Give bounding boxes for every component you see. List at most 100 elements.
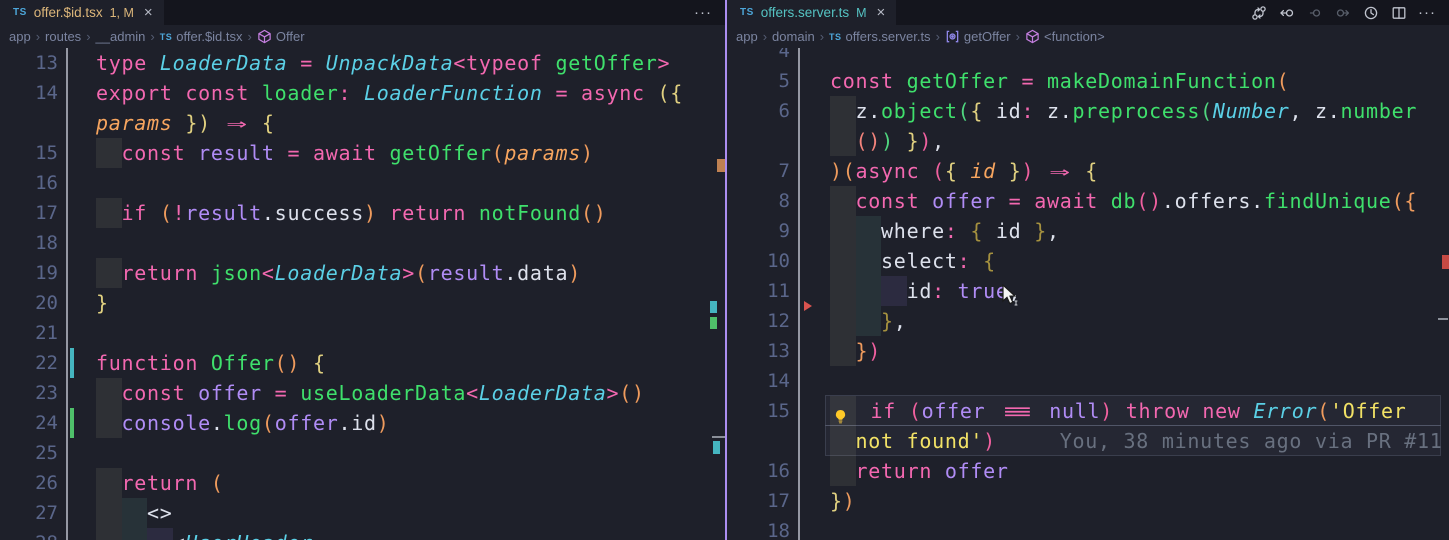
code-row[interactable]: 7)(async ({ id }) ⇒ { xyxy=(727,156,1449,186)
next-change-icon[interactable] xyxy=(1334,4,1352,22)
code-row[interactable]: 15 if (offer ≡ null) throw new Error('Of… xyxy=(727,396,1449,426)
code-row[interactable]: 15 const result = await getOffer(params) xyxy=(0,138,725,168)
code-line: if (!result.success) return notFound() xyxy=(96,198,725,228)
code-row[interactable]: 16 return offer xyxy=(727,456,1449,486)
more-actions-icon[interactable]: ··· xyxy=(694,4,712,22)
code-row[interactable]: 20} xyxy=(0,288,725,318)
line-number: 22 xyxy=(0,348,58,378)
code-line: type LoaderData = UnpackData<typeof getO… xyxy=(96,48,725,78)
breadcrumb-label: routes xyxy=(45,29,81,44)
code-row[interactable]: 19 return json<LoaderData>(result.data) xyxy=(0,258,725,288)
timeline-icon[interactable] xyxy=(1362,4,1380,22)
code-row[interactable]: 10 select: { xyxy=(727,246,1449,276)
line-number: 7 xyxy=(727,156,790,186)
code-row[interactable]: 18 xyxy=(727,516,1449,540)
tab-decoration: M xyxy=(856,6,866,20)
breadcrumb-label: offer.$id.tsx xyxy=(176,29,242,44)
gutter-divider-line xyxy=(798,48,800,540)
previous-change-icon[interactable] xyxy=(1306,4,1324,22)
breadcrumb-item[interactable]: Offer xyxy=(257,29,305,44)
code-row[interactable]: 17}) xyxy=(727,486,1449,516)
code-line: }) xyxy=(830,336,1449,366)
code-row[interactable]: params }) ⇒ { xyxy=(0,108,725,138)
breadcrumb-item[interactable]: TSoffer.$id.tsx xyxy=(160,29,243,44)
code-row[interactable]: 16 xyxy=(0,168,725,198)
overview-deleted-mark xyxy=(1442,255,1449,269)
breadcrumb-separator: › xyxy=(150,29,154,44)
code-row[interactable]: 25 xyxy=(0,438,725,468)
breadcrumb-item[interactable]: app xyxy=(736,29,758,44)
code-row[interactable]: 27 <> xyxy=(0,498,725,528)
breadcrumb-separator: › xyxy=(820,29,824,44)
typescript-file-icon: TS xyxy=(740,7,754,18)
code-line: return ( xyxy=(96,468,725,498)
line-number: 15 xyxy=(727,396,790,426)
breadcrumb-item[interactable]: <function> xyxy=(1025,29,1105,44)
code-row[interactable]: 17 if (!result.success) return notFound(… xyxy=(0,198,725,228)
code-row[interactable]: 8 const offer = await db().offers.findUn… xyxy=(727,186,1449,216)
code-area-right[interactable]: 45const getOffer = makeDomainFunction(6 … xyxy=(727,48,1449,540)
tab-label: offer.$id.tsx xyxy=(34,5,103,20)
open-changes-previous-icon[interactable] xyxy=(1278,4,1296,22)
line-number: 24 xyxy=(0,408,58,438)
line-number: 11 xyxy=(727,276,790,306)
close-icon[interactable]: × xyxy=(144,4,153,21)
code-row[interactable]: 21 xyxy=(0,318,725,348)
breadcrumb-label: Offer xyxy=(276,29,305,44)
code-area-left[interactable]: 13 type LoaderData = UnpackData<typeof ge… xyxy=(0,48,725,540)
code-row[interactable]: 22function Offer() { xyxy=(0,348,725,378)
code-row[interactable]: not found') You, 38 minutes ago via PR #… xyxy=(727,426,1449,456)
code-row[interactable]: 24 console.log(offer.id) xyxy=(0,408,725,438)
code-row[interactable]: 11 id: true, xyxy=(727,276,1449,306)
breadcrumb-label: <function> xyxy=(1044,29,1105,44)
tab-offers-server-ts[interactable]: TS offers.server.ts M × xyxy=(727,0,896,25)
code-row[interactable]: 9 where: { id }, xyxy=(727,216,1449,246)
breadcrumb-item[interactable]: getOffer xyxy=(945,29,1011,44)
code-line: } xyxy=(96,288,725,318)
code-row[interactable]: 5const getOffer = makeDomainFunction( xyxy=(727,66,1449,96)
code-row[interactable]: 26 return ( xyxy=(0,468,725,498)
git-added-indicator xyxy=(70,408,74,438)
code-line: z.object({ id: z.preprocess(Number, z.nu… xyxy=(830,96,1449,126)
code-row[interactable]: 18 xyxy=(0,228,725,258)
code-row[interactable]: 13 }) xyxy=(727,336,1449,366)
breadcrumb-label: domain xyxy=(772,29,815,44)
code-row[interactable]: ()) }), xyxy=(727,126,1449,156)
editor-group-left: TS offer.$id.tsx 1, M × ··· app›routes›_… xyxy=(0,0,725,540)
tab-offer-id-tsx[interactable]: TS offer.$id.tsx 1, M × xyxy=(0,0,164,25)
code-row[interactable]: 14export const loader: LoaderFunction = … xyxy=(0,78,725,108)
line-number: 26 xyxy=(0,468,58,498)
breadcrumb-separator: › xyxy=(763,29,767,44)
code-row[interactable]: 13 type LoaderData = UnpackData<typeof ge… xyxy=(0,48,725,78)
breadcrumb-item[interactable]: routes xyxy=(45,29,81,44)
line-number: 13 xyxy=(0,48,58,78)
compare-changes-icon[interactable] xyxy=(1250,4,1268,22)
split-editor-icon[interactable] xyxy=(1390,4,1408,22)
code-row[interactable]: 12 }, xyxy=(727,306,1449,336)
mouse-cursor xyxy=(1001,284,1023,308)
breadcrumb-separator: › xyxy=(936,29,940,44)
code-row[interactable]: 6 z.object({ id: z.preprocess(Number, z.… xyxy=(727,96,1449,126)
breadcrumb-item[interactable]: __admin xyxy=(96,29,146,44)
breadcrumb-item[interactable]: domain xyxy=(772,29,815,44)
code-row[interactable]: 28 <UserHeader xyxy=(0,528,725,540)
close-icon[interactable]: × xyxy=(877,4,886,21)
code-row[interactable]: 23 const offer = useLoaderData<LoaderDat… xyxy=(0,378,725,408)
editor-actions-right: ··· xyxy=(1250,0,1449,25)
more-actions-icon[interactable]: ··· xyxy=(1418,4,1436,22)
breadcrumb-separator: › xyxy=(1016,29,1020,44)
breadcrumb-item[interactable]: app xyxy=(9,29,31,44)
code-line: const getOffer = makeDomainFunction( xyxy=(830,66,1449,96)
code-line: select: { xyxy=(830,246,1449,276)
code-row[interactable]: 14 xyxy=(727,366,1449,396)
line-number: 19 xyxy=(0,258,58,288)
overview-cursor-mark xyxy=(1438,318,1448,320)
line-number: 21 xyxy=(0,318,58,348)
code-line: export const loader: LoaderFunction = as… xyxy=(96,78,725,108)
line-number: 9 xyxy=(727,216,790,246)
breadcrumb-label: app xyxy=(736,29,758,44)
line-number: 23 xyxy=(0,378,58,408)
editor-group-sash[interactable] xyxy=(725,0,727,540)
breadcrumb-item[interactable]: TSoffers.server.ts xyxy=(829,29,931,44)
scrollbar-edge[interactable] xyxy=(712,436,725,438)
